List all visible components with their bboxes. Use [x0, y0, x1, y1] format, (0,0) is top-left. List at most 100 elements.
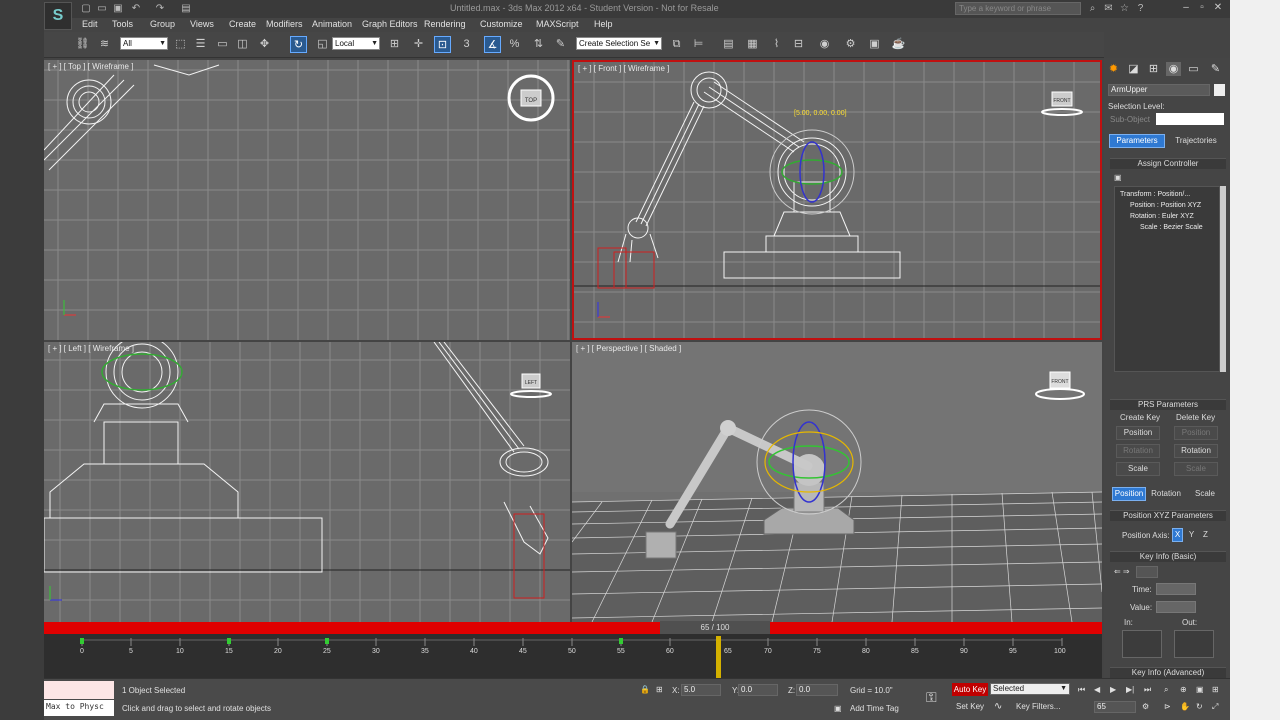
- viewport-label-left[interactable]: [ + ] [ Left ] [ Wireframe ]: [48, 344, 134, 353]
- key-filters-button[interactable]: Key Filters...: [1016, 702, 1060, 711]
- tree-item-position[interactable]: Position : Position XYZ: [1130, 202, 1201, 209]
- search-icon[interactable]: ⌕: [1086, 2, 1099, 15]
- track-bar[interactable]: 0 5 10 15 20 25 30 35 40 45 50 55 60 65 …: [44, 634, 1102, 678]
- add-time-tag-button[interactable]: Add Time Tag: [850, 704, 899, 713]
- scale-tab-button[interactable]: Scale: [1188, 487, 1222, 501]
- undo-icon[interactable]: ↶: [130, 3, 142, 14]
- curve-editor-icon[interactable]: ⌇: [768, 36, 785, 53]
- menu-group[interactable]: Group: [150, 19, 175, 29]
- viewport-label-front[interactable]: [ + ] [ Front ] [ Wireframe ]: [578, 64, 669, 73]
- pan-icon[interactable]: ✋: [1180, 702, 1190, 711]
- close-icon[interactable]: ✕: [1212, 2, 1224, 14]
- key-number-field[interactable]: [1136, 566, 1158, 578]
- delete-key-scale-button[interactable]: Scale: [1174, 462, 1218, 476]
- create-key-position-button[interactable]: Position: [1116, 426, 1160, 440]
- assign-controller-icon[interactable]: ▣: [1114, 173, 1122, 182]
- time-config-icon[interactable]: ⚙: [1142, 702, 1149, 711]
- key-info-basic-rollout[interactable]: Key Info (Basic): [1110, 551, 1226, 562]
- axis-x-button[interactable]: X: [1172, 528, 1183, 542]
- go-to-start-icon[interactable]: ⏮: [1078, 685, 1085, 695]
- in-tangent-button[interactable]: [1122, 630, 1162, 658]
- prs-parameters-rollout[interactable]: PRS Parameters: [1110, 399, 1226, 410]
- link-icon[interactable]: ⛓: [74, 36, 91, 53]
- time-field[interactable]: [1156, 583, 1196, 595]
- zoom-all-icon[interactable]: ⊕: [1180, 685, 1187, 694]
- favorites-icon[interactable]: ☆: [1118, 2, 1131, 15]
- menu-edit[interactable]: Edit: [82, 19, 98, 29]
- spinner-snap-icon[interactable]: ⇅: [530, 36, 547, 53]
- new-icon[interactable]: ▢: [80, 3, 92, 14]
- menu-tools[interactable]: Tools: [112, 19, 133, 29]
- redo-icon[interactable]: ↷: [154, 3, 166, 14]
- maxscript-listener[interactable]: Max to Physc: [44, 700, 114, 716]
- key-tangent-icon[interactable]: ∿: [994, 701, 1002, 712]
- trajectories-button[interactable]: Trajectories: [1168, 134, 1224, 148]
- time-slider-handle[interactable]: 65 / 100: [660, 621, 770, 635]
- viewport-top[interactable]: TOP [ + ] [ Top ] [ Wireframe ]: [44, 60, 570, 340]
- create-tab-icon[interactable]: ✹: [1106, 62, 1121, 76]
- pivot-center-icon[interactable]: ⊞: [386, 36, 403, 53]
- schematic-view-icon[interactable]: ⊟: [790, 36, 807, 53]
- key-mode-dropdown[interactable]: Selected ▼: [990, 683, 1070, 695]
- y-coord-field[interactable]: 0.0: [738, 684, 778, 696]
- field-of-view-icon[interactable]: ⊳: [1164, 702, 1171, 711]
- orbit-icon[interactable]: ↻: [1196, 702, 1203, 711]
- hierarchy-tab-icon[interactable]: ⊞: [1146, 62, 1161, 76]
- time-slider-track[interactable]: [44, 622, 1102, 634]
- delete-key-position-button[interactable]: Position: [1174, 426, 1218, 440]
- create-key-rotation-button[interactable]: Rotation: [1116, 444, 1160, 458]
- window-crossing-icon[interactable]: ◫: [234, 36, 251, 53]
- maxscript-listener-top[interactable]: [44, 681, 114, 699]
- value-field[interactable]: [1156, 601, 1196, 613]
- display-tab-icon[interactable]: ▭: [1186, 62, 1201, 76]
- tree-scrollbar[interactable]: [1220, 186, 1226, 372]
- go-to-end-icon[interactable]: ⏭: [1144, 685, 1151, 695]
- menu-graph-editors[interactable]: Graph Editors: [362, 19, 418, 29]
- select-by-name-icon[interactable]: ☰: [192, 36, 209, 53]
- render-production-icon[interactable]: ☕: [890, 36, 907, 53]
- next-frame-icon[interactable]: ▶|: [1126, 685, 1134, 694]
- keyboard-shortcut-override-icon[interactable]: ⊡: [434, 36, 451, 53]
- tree-item-scale[interactable]: Scale : Bezier Scale: [1140, 224, 1203, 231]
- project-folder-icon[interactable]: ▤: [180, 3, 192, 14]
- select-object-icon[interactable]: ⬚: [172, 36, 189, 53]
- position-tab-button[interactable]: Position: [1112, 487, 1146, 501]
- menu-maxscript[interactable]: MAXScript: [536, 19, 579, 29]
- menu-modifiers[interactable]: Modifiers: [266, 19, 303, 29]
- z-coord-field[interactable]: 0.0: [796, 684, 838, 696]
- parameters-button[interactable]: Parameters: [1109, 134, 1165, 148]
- select-manipulate-icon[interactable]: ✛: [410, 36, 427, 53]
- previous-frame-icon[interactable]: ◀: [1094, 685, 1100, 694]
- save-icon[interactable]: ▣: [112, 3, 124, 14]
- create-key-scale-button[interactable]: Scale: [1116, 462, 1160, 476]
- position-xyz-rollout[interactable]: Position XYZ Parameters: [1110, 510, 1226, 521]
- auto-key-button[interactable]: Auto Key: [952, 683, 988, 696]
- app-logo-icon[interactable]: S: [44, 2, 72, 30]
- edit-named-selection-icon[interactable]: ✎: [552, 36, 569, 53]
- graphite-ribbon-icon[interactable]: ▦: [744, 36, 761, 53]
- help-icon[interactable]: ?: [1134, 2, 1147, 15]
- rotation-tab-button[interactable]: Rotation: [1148, 487, 1184, 501]
- delete-key-rotation-button[interactable]: Rotation: [1174, 444, 1218, 458]
- angle-snap-icon[interactable]: ∡: [484, 36, 501, 53]
- zoom-extents-all-icon[interactable]: ⊞: [1212, 685, 1219, 694]
- mirror-icon[interactable]: ⧉: [668, 36, 685, 53]
- tree-item-transform[interactable]: Transform : Position/...: [1120, 191, 1190, 198]
- menu-rendering[interactable]: Rendering: [424, 19, 466, 29]
- key-nav-arrows-icon[interactable]: ⇐ ⇒: [1114, 567, 1130, 576]
- percent-snap-icon[interactable]: %: [506, 36, 523, 53]
- current-frame-field[interactable]: 65: [1094, 701, 1136, 713]
- zoom-extents-icon[interactable]: ▣: [1196, 685, 1204, 694]
- viewport-label-perspective[interactable]: [ + ] [ Perspective ] [ Shaded ]: [576, 344, 681, 353]
- set-key-icon[interactable]: ⚿: [926, 689, 937, 706]
- align-icon[interactable]: ⊨: [690, 36, 707, 53]
- object-color-swatch[interactable]: [1214, 84, 1225, 96]
- snap-toggle-icon[interactable]: 3: [458, 36, 475, 53]
- rectangle-selection-icon[interactable]: ▭: [214, 36, 231, 53]
- selection-filter-dropdown[interactable]: All ▼: [120, 37, 168, 50]
- utilities-tab-icon[interactable]: ✎: [1208, 62, 1223, 76]
- axis-z-button[interactable]: Z: [1200, 528, 1211, 542]
- select-scale-icon[interactable]: ◱: [314, 36, 331, 53]
- motion-tab-icon[interactable]: ◉: [1166, 62, 1181, 76]
- modify-tab-icon[interactable]: ◪: [1126, 62, 1141, 76]
